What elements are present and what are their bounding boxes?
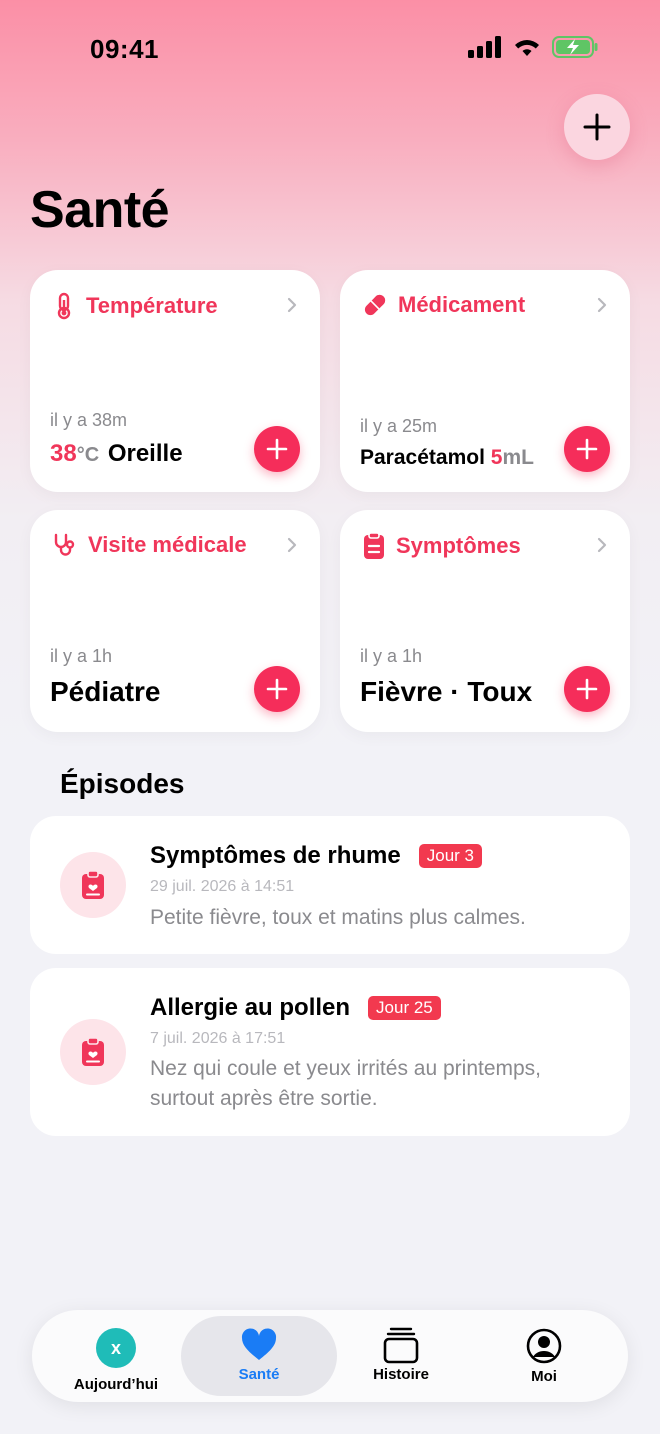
tab-me[interactable]: Moi: [466, 1316, 622, 1396]
tab-label: Santé: [238, 1366, 280, 1383]
card-header: Symptômes: [362, 532, 521, 560]
episode-description: Nez qui coule et yeux irrités au printem…: [150, 1057, 542, 1110]
card-value: Paracétamol 5mL: [360, 446, 534, 470]
temperature-site: Oreille: [107, 440, 183, 467]
episode-date: 29 juil. 2026 à 14:51: [150, 878, 295, 895]
card-value: 38°C Oreille: [50, 440, 183, 468]
episode-description: Petite fièvre, toux et matins plus calme…: [150, 906, 526, 929]
medication-unit: mL: [502, 446, 534, 469]
add-visit-button[interactable]: [254, 666, 300, 712]
episode-title: Symptômes de rhume: [150, 842, 401, 869]
episode-icon: [60, 1019, 126, 1085]
episode-item[interactable]: Allergie au pollen Jour 25 7 juil. 2026 …: [30, 968, 630, 1136]
tab-label: Aujourd’hui: [73, 1376, 159, 1393]
add-temperature-button[interactable]: [254, 426, 300, 472]
person-circle-icon: [526, 1328, 562, 1364]
add-medication-button[interactable]: [564, 426, 610, 472]
tab-label: Moi: [531, 1368, 557, 1385]
card-time-ago: il y a 38m: [50, 410, 128, 430]
card-header: Médicament: [362, 292, 525, 318]
chevron-right-icon: [287, 297, 297, 313]
plus-icon: [576, 678, 598, 700]
medication-card[interactable]: Médicament il y a 25m Paracétamol 5mL: [340, 270, 630, 492]
card-time-ago: il y a 1h: [360, 646, 423, 666]
page-title: Santé: [30, 181, 170, 239]
medication-dose: 5: [490, 446, 503, 469]
symptoms-card[interactable]: Symptômes il y a 1h Fièvre · Toux: [340, 510, 630, 732]
wifi-icon: [515, 40, 539, 56]
stack-icon: [383, 1327, 419, 1364]
temperature-unit: °C: [76, 444, 100, 466]
plus-icon: [583, 113, 611, 141]
card-label: Symptômes: [396, 533, 521, 558]
episode-day-badge: Jour 25: [368, 996, 441, 1020]
episodes-section-title: Épisodes: [60, 768, 185, 799]
tab-history[interactable]: Histoire: [323, 1316, 479, 1396]
pill-icon: [364, 294, 386, 316]
temperature-value: 38: [50, 440, 77, 467]
clipboard-heart-icon: [82, 1037, 104, 1066]
plus-icon: [266, 438, 288, 460]
temperature-card[interactable]: Température il y a 38m 38°C Oreille: [30, 270, 320, 492]
status-bar: 09:41: [0, 0, 660, 96]
signal-icon: [468, 36, 501, 58]
battery-icon: [552, 36, 598, 58]
episode-icon: [60, 852, 126, 918]
episode-title: Allergie au pollen: [150, 994, 351, 1021]
medication-name: Paracétamol: [360, 446, 485, 469]
episode-title-row: Symptômes de rhume Jour 3: [150, 842, 482, 870]
chevron-right-icon: [287, 537, 297, 553]
card-value: Fièvre · Toux: [360, 676, 533, 707]
card-header: Visite médicale: [52, 532, 247, 558]
status-icons: [468, 36, 598, 58]
plus-icon: [576, 438, 598, 460]
avatar-letter: x: [110, 1337, 121, 1358]
heart-icon: [241, 1328, 277, 1360]
card-value: Pédiatre: [50, 676, 161, 707]
clipboard-heart-icon: [82, 870, 104, 899]
chevron-right-icon: [597, 297, 607, 313]
avatar: x: [96, 1328, 136, 1368]
episode-day-badge: Jour 3: [418, 844, 482, 868]
tab-label: Histoire: [373, 1366, 429, 1383]
episode-item[interactable]: Symptômes de rhume Jour 3 29 juil. 2026 …: [30, 816, 630, 954]
tab-today[interactable]: x Aujourd’hui: [38, 1316, 194, 1396]
thermometer-icon: [57, 292, 71, 320]
status-time: 09:41: [90, 34, 159, 64]
stethoscope-icon: [54, 533, 75, 556]
card-label: Médicament: [398, 292, 526, 317]
medical-visit-card[interactable]: Visite médicale il y a 1h Pédiatre: [30, 510, 320, 732]
add-button[interactable]: [564, 94, 630, 160]
episode-title-row: Allergie au pollen Jour 25: [150, 994, 441, 1022]
add-symptom-button[interactable]: [564, 666, 610, 712]
card-time-ago: il y a 25m: [360, 416, 438, 436]
card-label: Visite médicale: [88, 532, 247, 557]
tab-sante[interactable]: Santé: [181, 1316, 337, 1396]
card-header: Température: [52, 292, 218, 320]
plus-icon: [266, 678, 288, 700]
card-label: Température: [86, 293, 218, 318]
chevron-right-icon: [597, 537, 607, 553]
tab-bar: x Aujourd’hui Santé Histoire Moi: [32, 1310, 628, 1402]
card-time-ago: il y a 1h: [50, 646, 113, 666]
clipboard-icon: [364, 532, 384, 559]
episode-date: 7 juil. 2026 à 17:51: [150, 1030, 286, 1047]
